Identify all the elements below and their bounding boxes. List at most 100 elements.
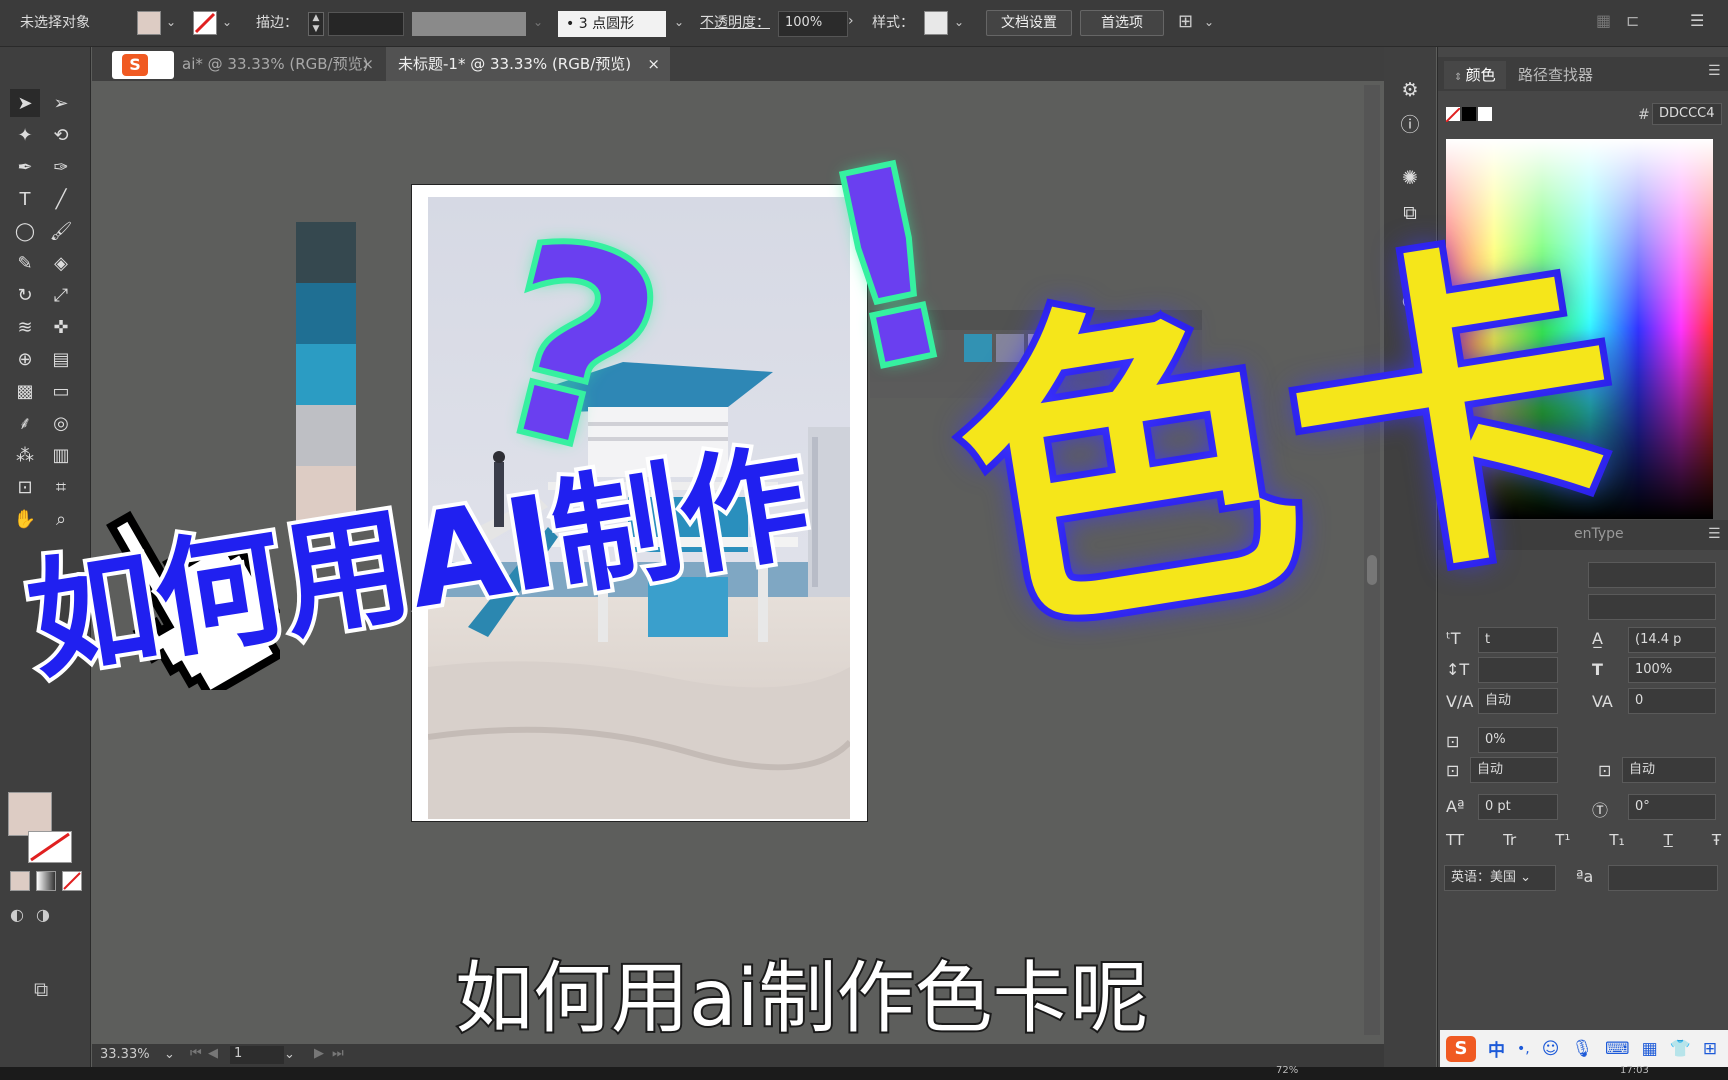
shape-builder-icon[interactable]: ⊕ [10,345,40,373]
zoom-tool-icon[interactable]: ⌕ [46,505,76,533]
chevron-down-icon[interactable]: ⌄ [222,15,232,29]
variable-width-profile[interactable] [412,12,526,36]
tab-pathfinder[interactable]: 路径查找器 [1508,61,1603,89]
swatch-3[interactable] [296,344,356,405]
workspace-icon[interactable]: ⊏ [1626,11,1639,30]
opacity-label[interactable]: 不透明度： [700,12,770,32]
chevron-down-icon[interactable]: ⌄ [954,15,964,29]
font-size-field[interactable] [1588,594,1716,620]
tracking-input[interactable]: 0 [1628,688,1716,714]
panel-menu-icon[interactable]: ☰ [1690,11,1704,30]
chevron-right-icon[interactable]: › [848,13,854,29]
menu-grid-icon[interactable]: ⊞ [1703,1039,1717,1059]
settings-icon[interactable]: ⚙ [1397,77,1423,103]
keyboard-icon[interactable]: ⌨ [1605,1039,1630,1059]
chevron-down-icon[interactable]: ⌄ [674,15,684,29]
align-icon[interactable]: ⊞ [1178,11,1193,32]
ime-status-bar[interactable]: S 中 •, ☺ 🎙 ⌨ ▦ 👕 ⊞ [1440,1030,1728,1067]
column-graph-icon[interactable]: ▥ [46,441,76,469]
hand-tool-icon[interactable]: ✋ [10,505,40,533]
mesh-tool-icon[interactable]: ▩ [10,377,40,405]
paintbrush-icon[interactable]: 🖌 [46,217,76,245]
fill-swatch[interactable] [137,11,161,35]
first-artboard-icon[interactable]: ⏮ [190,1046,202,1061]
opacity-field[interactable]: 100% [778,11,848,37]
puppet-warp-icon[interactable]: ✜ [46,313,76,341]
preferences-button[interactable]: 首选项 [1080,10,1164,36]
gradient-mode-icon[interactable] [36,871,56,891]
perspective-grid-icon[interactable]: ▤ [46,345,76,373]
tab-document-2[interactable]: 未标题-1* @ 33.33% (RGB/预览) × [386,47,670,81]
gradient-tool-icon[interactable]: ▭ [46,377,76,405]
character-rotation-input[interactable]: 0° [1628,794,1716,820]
direct-selection-tool-icon[interactable]: ➢ [46,89,76,117]
pen-tool-icon[interactable]: ✒ [10,153,40,181]
swatch-4[interactable] [296,405,356,466]
artboard-number-field[interactable]: 1 [230,1046,284,1064]
horizontal-scale-input[interactable]: 100% [1628,657,1716,683]
ime-float-toolbar[interactable]: S [112,51,174,79]
anti-aliasing-select[interactable] [1608,865,1718,891]
leading-input[interactable]: (14.4 p [1628,627,1716,653]
info-icon[interactable]: ⓘ [1397,112,1423,138]
symbol-sprayer-icon[interactable]: ⁂ [10,441,40,469]
hex-input[interactable]: DDCCC4 [1652,103,1722,125]
subscript-button[interactable]: T₁ [1609,831,1624,849]
draw-mode-icon[interactable]: ◐ [10,905,24,924]
document-setup-button[interactable]: 文档设置 [986,10,1072,36]
stroke-stepper[interactable]: ▲ ▼ [308,12,324,36]
swatch-2[interactable] [296,283,356,344]
close-icon[interactable]: × [647,47,660,81]
chevron-down-icon[interactable]: ⌄ [1204,15,1214,29]
all-caps-button[interactable]: TT [1446,831,1464,849]
brightness-icon[interactable]: ✺ [1397,165,1423,191]
skin-icon[interactable]: 👕 [1670,1039,1691,1059]
transform-icon[interactable]: ⧉ [1397,200,1423,226]
microphone-icon[interactable]: 🎙 [1571,1039,1593,1059]
artboard-tool-icon[interactable]: ⊡ [10,473,40,501]
color-mode-icon[interactable] [10,871,30,891]
draw-behind-icon[interactable]: ◑ [36,905,50,924]
stroke-weight-field[interactable] [328,12,404,36]
none-color-icon[interactable] [1445,107,1461,123]
brush-definition[interactable]: • 3 点圆形 [558,11,666,37]
shaper-tool-icon[interactable]: ✎ [10,249,40,277]
ime-punctuation-toggle[interactable]: •, [1517,1041,1530,1057]
swatch-1[interactable] [296,222,356,283]
type-tool-icon[interactable]: T [10,185,40,213]
language-select[interactable]: 英语：美国 ⌄ [1444,865,1556,891]
kerning-input[interactable]: 自动 [1478,688,1558,714]
blend-tool-icon[interactable]: ◎ [46,409,76,437]
curvature-tool-icon[interactable]: ✑ [46,153,76,181]
prev-artboard-icon[interactable]: ◀ [208,1046,218,1061]
graphic-style-swatch[interactable] [924,11,948,35]
emoji-icon[interactable]: ☺ [1542,1039,1560,1059]
screen-mode-icon[interactable]: ⧉ [34,977,48,1001]
underline-button[interactable]: T [1664,831,1673,849]
baseline-shift-input[interactable]: 0 pt [1478,794,1558,820]
panel-menu-icon[interactable]: ☰ [1708,526,1721,542]
font-size-input[interactable]: t [1478,627,1558,653]
vertical-scale-input[interactable] [1478,657,1558,683]
stroke-swatch[interactable] [193,11,217,35]
black-color-icon[interactable] [1462,107,1476,121]
tsume-input[interactable]: 0% [1478,727,1558,753]
last-artboard-icon[interactable]: ⏭ [332,1046,344,1061]
superscript-button[interactable]: T¹ [1555,831,1570,849]
chevron-down-icon[interactable]: ⌄ [284,1047,295,1062]
tab-color[interactable]: ⇕ 颜色 [1444,61,1506,89]
rotate-tool-icon[interactable]: ↻ [10,281,40,309]
chevron-down-icon[interactable]: ⌄ [164,1047,175,1062]
line-tool-icon[interactable]: ╱ [46,185,76,213]
chevron-down-icon[interactable]: ⌄ [166,15,176,29]
next-artboard-icon[interactable]: ▶ [314,1046,324,1061]
small-caps-button[interactable]: Tr [1503,831,1516,849]
warp-tool-icon[interactable]: ≋ [10,313,40,341]
panel-menu-icon[interactable]: ☰ [1708,63,1721,79]
selection-tool-icon[interactable]: ➤ [10,89,40,117]
white-color-icon[interactable] [1478,107,1492,121]
zoom-level[interactable]: 33.33% [100,1047,150,1062]
fill-color-box[interactable] [8,792,52,836]
close-icon[interactable]: × [361,47,374,81]
ellipse-tool-icon[interactable]: ◯ [10,217,40,245]
